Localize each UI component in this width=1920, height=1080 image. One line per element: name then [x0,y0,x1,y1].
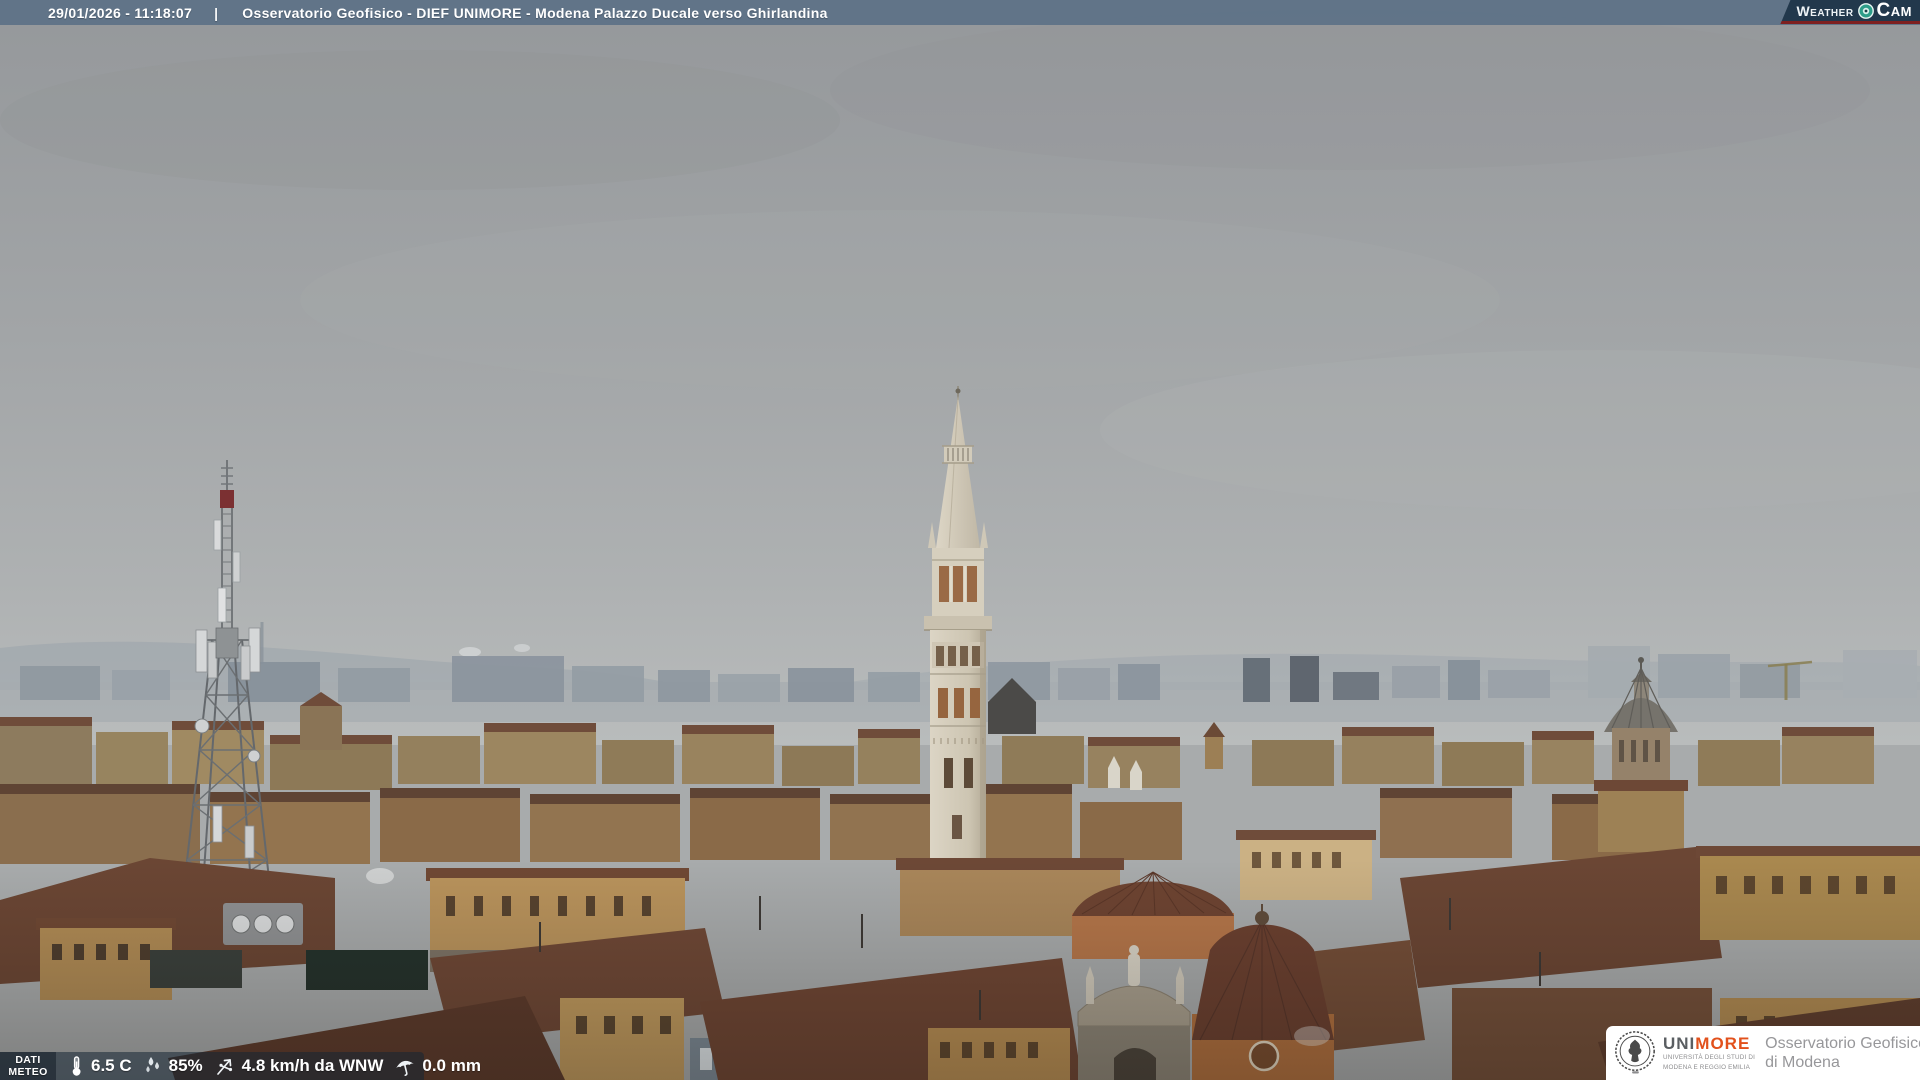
separator: | [214,4,219,21]
weathercam-word-right: Cam [1876,0,1912,21]
unimore-wordmark: UNIMORE UNIVERSITÀ DEGLI STUDI DI MODENA… [1663,1035,1755,1072]
weather-data-label-line2: METEO [8,1066,48,1078]
top-info-bar: 29/01/2026 - 11:18:07 | Osservatorio Geo… [0,0,1920,25]
temperature-reading: 6.5 C [66,1055,132,1077]
camera-lens-icon [1857,2,1874,19]
humidity-value: 85% [168,1056,203,1075]
wind-value: 4.8 km/h da WNW [241,1056,384,1075]
weather-data-bar: DATI METEO 6.5 C 85% 4.8 km/h da WNW 0.0… [0,1052,481,1080]
drops-icon [145,1057,159,1073]
weathercam-logo: Weather Cam [1780,0,1920,24]
temperature-value: 6.5 C [91,1056,132,1075]
humidity-reading: 85% [142,1056,203,1076]
observatory-name-line1: Osservatorio Geofisico [1765,1034,1920,1052]
thermometer-icon [72,1056,81,1076]
unimore-subline1: UNIVERSITÀ DEGLI STUDI DI [1663,1053,1756,1061]
precipitation-value: 0.0 mm [422,1056,481,1075]
timestamp: 29/01/2026 - 11:18:07 [48,4,193,21]
webcam-photo [0,0,1920,1080]
unimore-branding-box: UNIMORE UNIVERSITÀ DEGLI STUDI DI MODENA… [1606,1026,1920,1080]
umbrella-icon [396,1060,415,1077]
observatory-name-line2: di Modena [1765,1054,1840,1071]
weathercam-word-left: Weather [1796,2,1854,19]
unimore-word-uni: UNI [1663,1033,1696,1053]
unimore-crest-logo [1615,1031,1655,1074]
unimore-word-more: MORE [1695,1033,1751,1053]
weather-data-label-line1: DATI [15,1053,41,1066]
wind-icon [216,1059,232,1075]
wind-reading: 4.8 km/h da WNW [213,1055,384,1077]
unimore-subline2: MODENA E REGGIO EMILIA [1663,1063,1750,1071]
precipitation-reading: 0.0 mm [393,1055,481,1077]
observatory-name: Osservatorio Geofisico di Modena [1765,1034,1920,1072]
weather-data-label: DATI METEO [0,1052,56,1080]
page-title: Osservatorio Geofisico - DIEF UNIMORE - … [242,4,828,21]
webcam-frame: 29/01/2026 - 11:18:07 | Osservatorio Geo… [0,0,1920,1080]
